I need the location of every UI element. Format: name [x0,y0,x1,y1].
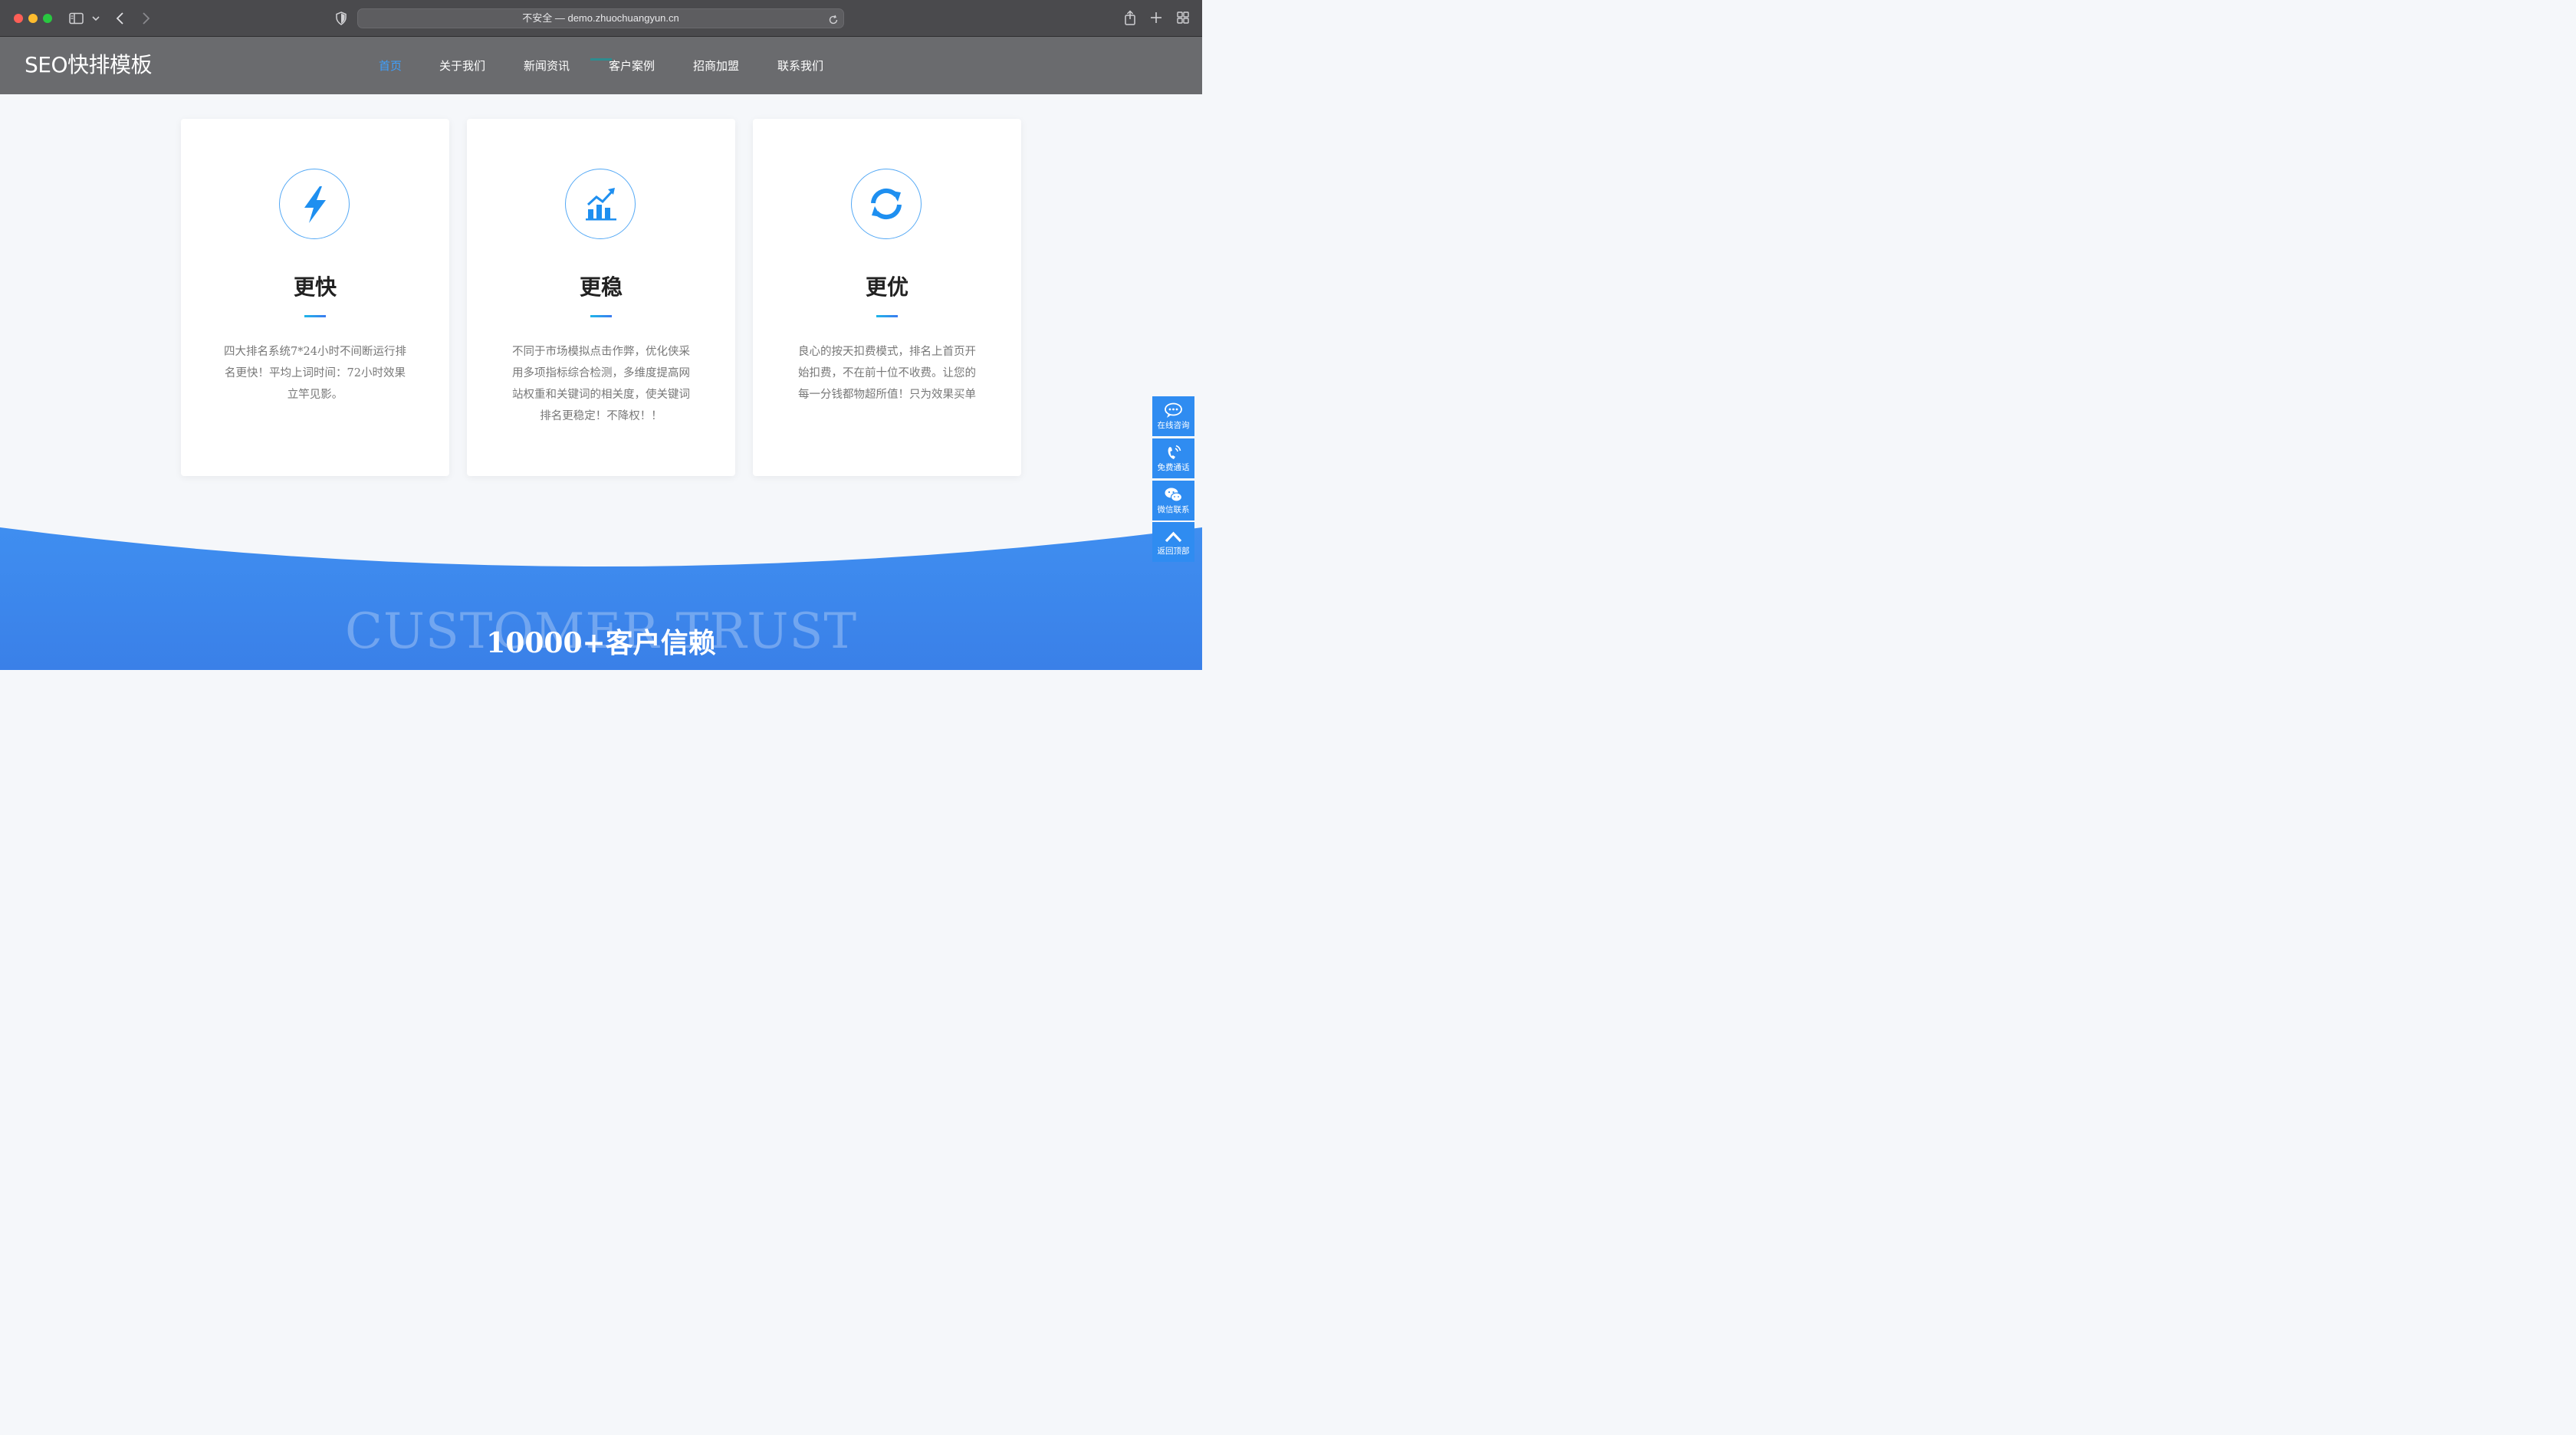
float-label: 微信联系 [1157,505,1190,514]
arrow-up-icon [1165,531,1182,543]
float-label: 免费通话 [1157,463,1190,472]
privacy-shield-icon[interactable] [335,11,347,28]
zoom-window-button[interactable] [43,14,52,23]
feature-description: 不同于市场模拟点击作弊，优化侠采用多项指标综合检测，多维度提高网站权重和关键词的… [512,346,690,422]
feature-title: 更优 [865,274,909,300]
wechat-icon [1165,488,1183,502]
back-icon[interactable] [115,11,126,28]
feature-card-fast: 更快 四大排名系统7*24小时不间断运行排名更快！平均上词时间：72小时效果立竿… [181,119,449,476]
online-consult-button[interactable]: 在线咨询 [1152,396,1194,436]
share-icon[interactable] [1123,10,1137,28]
sidebar-toggle-icon[interactable] [69,12,84,27]
chart-growth-icon [565,169,636,239]
wechat-contact-button[interactable]: 微信联系 [1152,481,1194,520]
forward-icon[interactable] [140,11,151,28]
chat-icon [1165,402,1182,418]
address-bar[interactable]: 不安全 — demo.zhuochuangyun.cn [357,8,844,28]
feature-description: 良心的按天扣费模式，排名上首页开始扣费，不在前十位不收费。让您的每一分钱都物超所… [798,346,976,401]
tab-overview-icon[interactable] [1177,11,1189,26]
reload-icon[interactable] [828,13,839,31]
feature-title: 更稳 [579,274,623,300]
title-underline [590,315,612,317]
browser-toolbar: 不安全 — demo.zhuochuangyun.cn [0,0,1202,37]
new-tab-icon[interactable] [1150,11,1162,26]
title-underline [304,315,326,317]
address-text: 不安全 — demo.zhuochuangyun.cn [522,12,679,24]
float-label: 返回顶部 [1157,547,1190,556]
float-label: 在线咨询 [1157,421,1190,430]
chevron-down-icon[interactable] [91,13,100,26]
nav-franchise[interactable]: 招商加盟 [693,57,739,74]
phone-icon [1168,445,1181,459]
free-call-button[interactable]: 免费通话 [1152,438,1194,478]
feature-card-stable: 更稳 不同于市场模拟点击作弊，优化侠采用多项指标综合检测，多维度提高网站权重和关… [467,119,735,476]
nav-news[interactable]: 新闻资讯 [524,57,570,74]
feature-card-better: 更优 良心的按天扣费模式，排名上首页开始扣费，不在前十位不收费。让您的每一分钱都… [753,119,1021,476]
section-title: 10000+客户信赖 [486,627,716,659]
feature-description: 四大排名系统7*24小时不间断运行排名更快！平均上词时间：72小时效果立竿见影。 [224,346,406,401]
nav-home[interactable]: 首页 [379,57,402,74]
title-underline [876,315,898,317]
nav-cases[interactable]: 客户案例 [609,57,655,74]
minimize-window-button[interactable] [28,14,38,23]
nav-contact[interactable]: 联系我们 [777,57,823,74]
lightning-icon [279,169,350,239]
back-to-top-button[interactable]: 返回顶部 [1152,522,1194,562]
nav-about[interactable]: 关于我们 [439,57,485,74]
site-logo[interactable]: SEO快排模板 [25,51,153,80]
feature-title: 更快 [293,274,337,300]
close-window-button[interactable] [14,14,23,23]
refresh-icon [851,169,922,239]
site-header: SEO快排模板 首页 关于我们 新闻资讯 客户案例 招商加盟 联系我们 [0,37,1202,94]
